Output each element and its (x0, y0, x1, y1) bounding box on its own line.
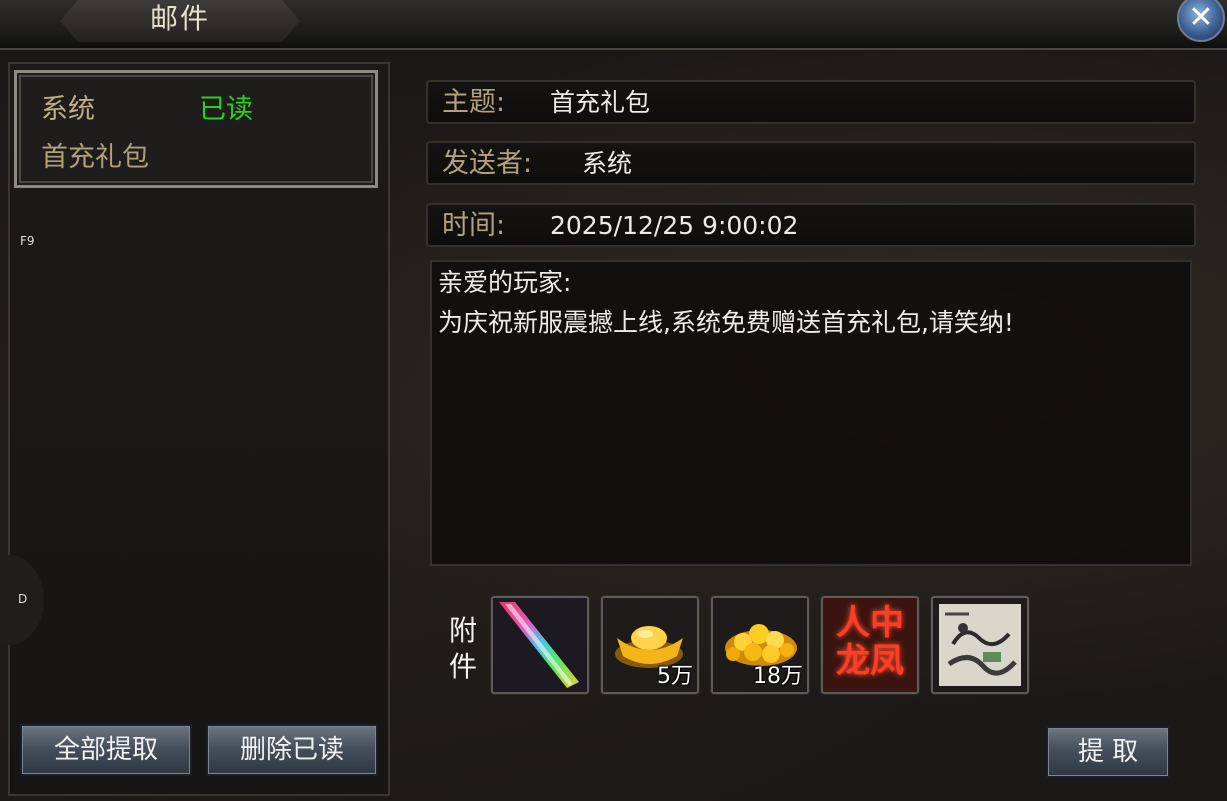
item-quantity: 18万 (753, 664, 803, 689)
time-field: 时间: 2025/12/25 9:00:02 (426, 203, 1196, 247)
time-label: 时间: (442, 210, 506, 241)
attachment-slot-2[interactable]: 5万 (600, 595, 700, 695)
mail-sender: 系统 (41, 94, 95, 125)
attachment-slot-3[interactable]: 18万 (710, 595, 810, 695)
time-value: 2025/12/25 9:00:02 (550, 211, 799, 240)
hotkey-label-d: D (18, 592, 28, 606)
claim-all-button[interactable]: 全部提取 (20, 724, 192, 776)
mail-body-text: 为庆祝新服震撼上线,系统免费赠送首充礼包,请笑纳! (438, 308, 1014, 337)
delete-read-button[interactable]: 删除已读 (206, 724, 378, 776)
attachment-slot-5[interactable] (930, 595, 1030, 695)
attachment-slot-1[interactable] (490, 595, 590, 695)
mail-window: 邮件 ✕ F9 D 系统 已读 首充礼包 全部提取 删除已读 主题: 首充礼包 … (0, 0, 1227, 801)
subject-value: 首充礼包 (550, 88, 651, 117)
attachments-label: 附件 (448, 614, 477, 683)
mail-subject: 首充礼包 (41, 142, 149, 173)
mail-read-status: 已读 (199, 94, 253, 125)
sender-value: 系统 (582, 149, 633, 178)
subject-field: 主题: 首充礼包 (426, 80, 1196, 124)
close-icon: ✕ (1188, 0, 1214, 35)
window-title: 邮件 (149, 2, 210, 35)
title-renzhong-longfeng-icon: 人中龙凤 (836, 603, 904, 681)
sender-label: 发送者: (442, 148, 533, 179)
hotkey-label-f9: F9 (20, 234, 35, 248)
mail-content-box: 亲爱的玩家: 为庆祝新服震撼上线,系统免费赠送首充礼包,请笑纳! (430, 260, 1192, 566)
mail-greeting: 亲爱的玩家: (438, 268, 572, 297)
item-quantity: 5万 (657, 664, 693, 689)
attachment-slot-4[interactable]: 人中龙凤 (820, 595, 920, 695)
close-button[interactable]: ✕ (1177, 0, 1225, 42)
mail-list-item[interactable]: 系统 已读 首充礼包 (14, 70, 378, 188)
skill-book-painting-icon (939, 604, 1021, 686)
title-bar: 邮件 ✕ (0, 0, 1227, 50)
claim-button[interactable]: 提 取 (1046, 726, 1170, 778)
rainbow-sword-icon (493, 598, 587, 692)
sender-field: 发送者: 系统 (426, 141, 1196, 185)
subject-label: 主题: (442, 87, 506, 118)
